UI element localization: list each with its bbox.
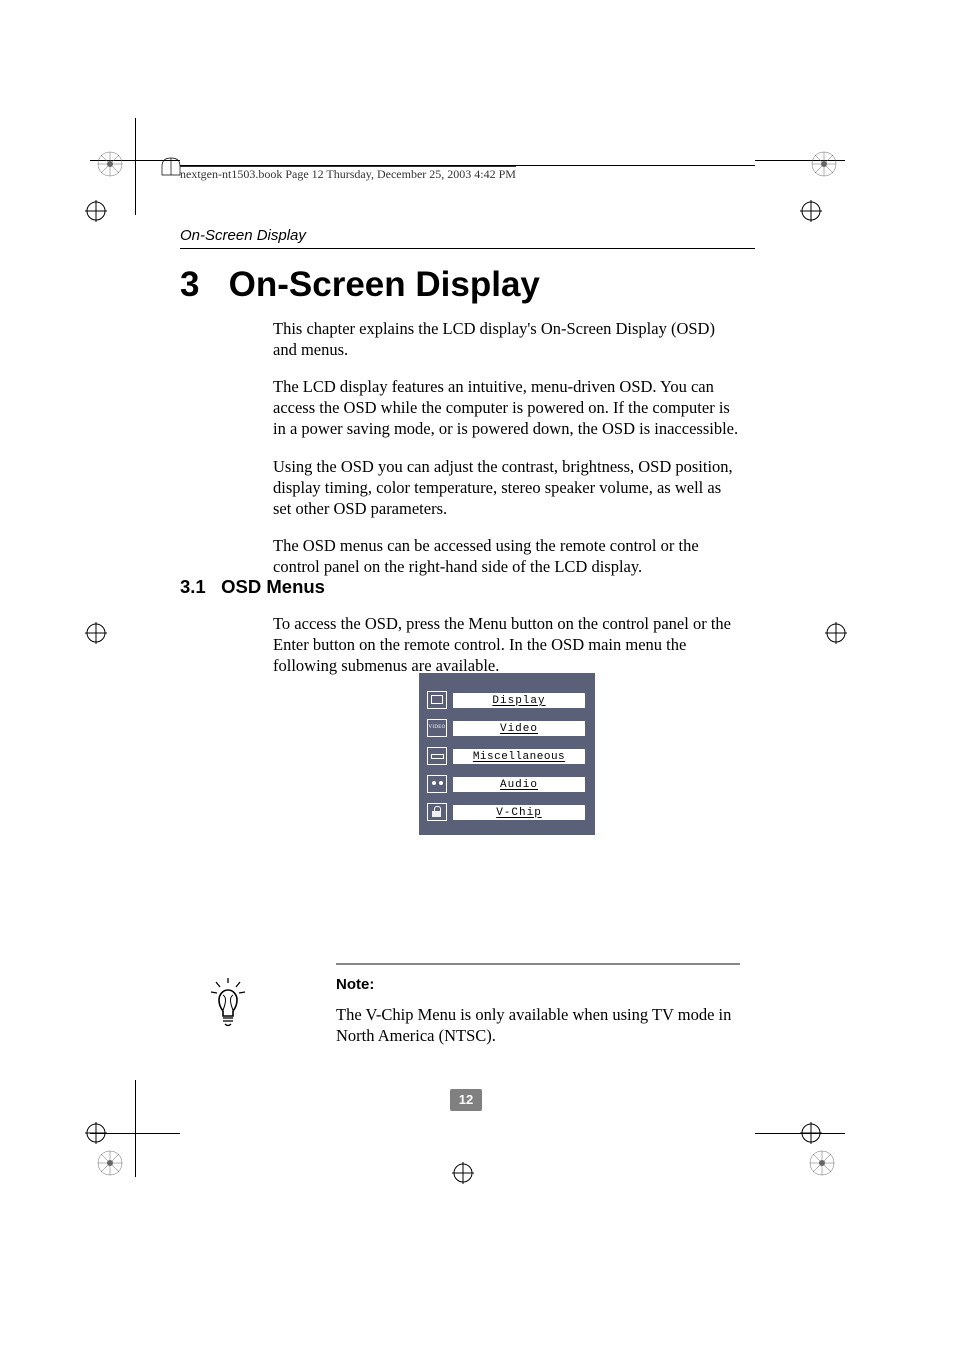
- paragraph: The OSD menus can be accessed using the …: [273, 535, 740, 577]
- crosshair-icon: [800, 1122, 822, 1144]
- registration-mark-icon: [96, 150, 124, 178]
- display-icon: [427, 691, 447, 709]
- chapter-heading: 3 On-Screen Display: [180, 265, 540, 305]
- osd-item-label: Miscellaneous: [453, 749, 585, 764]
- file-stamp: nextgen-nt1503.book Page 12 Thursday, De…: [180, 165, 755, 182]
- subsection-title: OSD Menus: [221, 576, 325, 597]
- subsection-heading: 3.1 OSD Menus: [180, 576, 325, 598]
- body-text: This chapter explains the LCD display's …: [273, 318, 740, 593]
- note-body: The V-Chip Menu is only available when u…: [336, 1004, 740, 1046]
- crosshair-icon: [825, 622, 847, 644]
- osd-menu-item-vchip: V-Chip: [427, 803, 585, 821]
- crosshair-icon: [85, 1122, 107, 1144]
- crosshair-icon: [452, 1162, 474, 1184]
- page-number-badge: 12: [450, 1089, 482, 1111]
- crop-line: [135, 1080, 136, 1177]
- osd-menu-item-audio: Audio: [427, 775, 585, 793]
- lightbulb-icon: [208, 978, 248, 1033]
- note-heading: Note:: [336, 976, 374, 993]
- registration-mark-icon: [96, 1149, 124, 1177]
- subsection-intro: To access the OSD, press the Menu button…: [273, 613, 740, 676]
- crop-line: [135, 118, 136, 215]
- osd-menu-item-misc: Miscellaneous: [427, 747, 585, 765]
- osd-item-label: Display: [453, 693, 585, 708]
- video-icon: VIDEO: [427, 719, 447, 737]
- registration-mark-icon: [808, 1149, 836, 1177]
- audio-icon: [427, 775, 447, 793]
- osd-menu-panel: Display VIDEO Video Miscellaneous Audio …: [419, 673, 595, 835]
- subsection-number: 3.1: [180, 576, 206, 597]
- paragraph: The LCD display features an intuitive, m…: [273, 376, 740, 439]
- running-header: On-Screen Display: [180, 227, 755, 249]
- osd-item-label: Video: [453, 721, 585, 736]
- misc-icon: [427, 747, 447, 765]
- osd-item-label: Audio: [453, 777, 585, 792]
- osd-menu-item-display: Display: [427, 691, 585, 709]
- paragraph: This chapter explains the LCD display's …: [273, 318, 740, 360]
- chapter-title: On-Screen Display: [229, 265, 540, 304]
- registration-mark-icon: [810, 150, 838, 178]
- crosshair-icon: [85, 200, 107, 222]
- chapter-number: 3: [180, 265, 199, 304]
- paragraph: Using the OSD you can adjust the contras…: [273, 456, 740, 519]
- book-spine-icon: [160, 155, 182, 177]
- crosshair-icon: [85, 622, 107, 644]
- osd-menu-item-video: VIDEO Video: [427, 719, 585, 737]
- note-rule: [336, 963, 740, 965]
- osd-item-label: V-Chip: [453, 805, 585, 820]
- lock-icon: [427, 803, 447, 821]
- crosshair-icon: [800, 200, 822, 222]
